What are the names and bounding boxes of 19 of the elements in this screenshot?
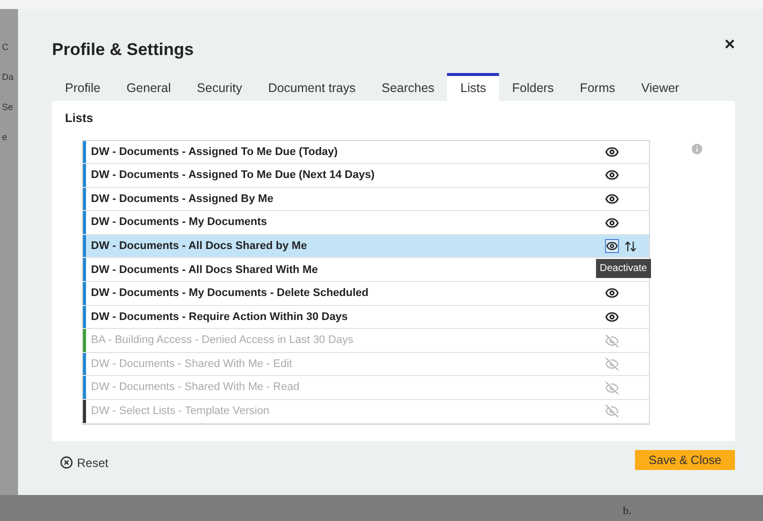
list-name: DW - Documents - Shared With Me - Edit: [91, 356, 294, 372]
list-name: DW - Documents - Require Action Within 30 Days: [91, 310, 349, 325]
list-name: DW - Documents - All Docs Shared by Me: [91, 238, 308, 254]
list-name: DW - Documents - Assigned By Me: [91, 192, 274, 207]
list-name: DW - Documents - Assigned To Me Due (Today): [91, 144, 339, 160]
dialog-title: Profile & Settings: [52, 39, 194, 61]
list-name: DW - Documents - Shared With Me - Read: [91, 380, 300, 396]
background-text: C: [2, 41, 10, 53]
section-title: Lists: [65, 110, 94, 126]
background-text: Se: [2, 101, 14, 113]
list-name: BA - Building Access - Denied Access in Last 30 Days: [91, 333, 354, 348]
background-text: Da: [2, 71, 15, 83]
background-text: e: [2, 131, 8, 143]
background-text: b.: [623, 504, 632, 518]
list-name: DW - Documents - My Documents - Delete Scheduled: [91, 286, 370, 302]
list-name: DW - Documents - Assigned To Me Due (Next 14 Days): [91, 168, 376, 184]
list-name: DW - Select Lists - Template Version: [91, 404, 270, 420]
tooltip: Deactivate: [596, 258, 651, 278]
list-name: DW - Documents - My Documents: [91, 215, 268, 230]
